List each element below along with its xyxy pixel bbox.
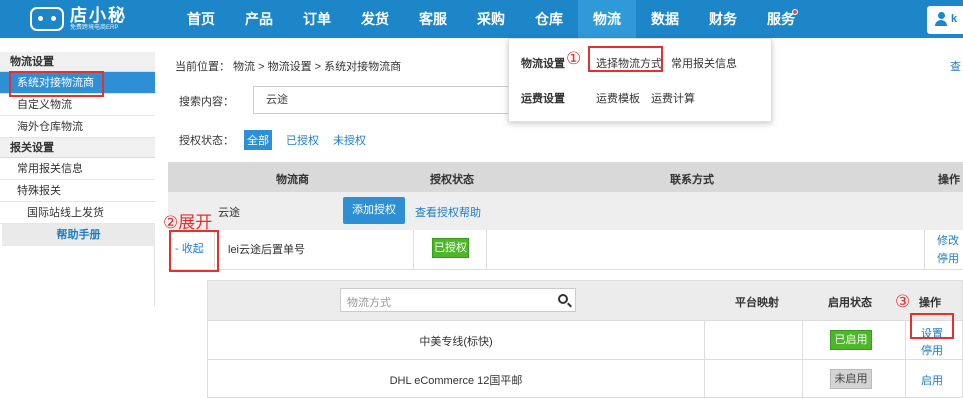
nav-logistics[interactable]: 物流	[578, 0, 636, 38]
top-navigation-bar: 店小秘 免费跨境电商ERP 首页 产品 订单 发货 客服 采购 仓库 物流 数据…	[0, 0, 963, 38]
dropdown-link-freight-template[interactable]: 运费模板	[596, 90, 640, 106]
search-label: 搜索内容：	[179, 96, 234, 108]
edit-link[interactable]: 修改	[937, 232, 959, 248]
collapse-link[interactable]: - 收起	[175, 240, 204, 256]
enabled-badge: 已启用	[830, 330, 872, 350]
shipping-method-table: 物流方式 平台映射 启用状态 操作 中美专线(标快) 已启用 设置 停用 DHL…	[207, 280, 963, 398]
auth-filter: 授权状态： 全部 已授权 未授权	[179, 130, 366, 150]
sidebar: 物流设置 系统对接物流商 自定义物流 海外仓库物流 报关设置 常用报关信息 特殊…	[0, 52, 155, 306]
authorization-name: lei云途后置单号	[228, 244, 306, 256]
annotation-step-1: ①	[566, 49, 582, 68]
sidebar-group-logistics: 物流设置	[0, 52, 155, 72]
sidebar-item-customs-info[interactable]: 常用报关信息	[0, 158, 155, 180]
nav-service[interactable]: 客服	[404, 0, 462, 38]
sidebar-spacer	[0, 246, 155, 306]
column-divider	[924, 230, 925, 270]
nav-services[interactable]: 服务	[752, 0, 810, 38]
annotation-step-3: ③	[895, 292, 911, 311]
logistics-dropdown-menu: 物流设置 选择物流方式 常用报关信息 运费设置 运费模板 运费计算	[508, 38, 772, 122]
search-icon[interactable]	[558, 294, 568, 304]
enable-method-link[interactable]: 启用	[921, 372, 943, 388]
main-nav: 首页 产品 订单 发货 客服 采购 仓库 物流 数据 财务 服务	[172, 0, 810, 38]
nav-home[interactable]: 首页	[172, 0, 230, 38]
column-divider	[905, 360, 906, 398]
column-divider	[704, 360, 705, 398]
column-divider	[413, 230, 414, 270]
shipping-method-search[interactable]: 物流方式	[340, 288, 576, 312]
column-divider	[905, 321, 906, 360]
nav-services-label: 服务	[767, 11, 795, 27]
brand-name: 店小秘	[70, 5, 127, 25]
disable-link[interactable]: 停用	[937, 250, 959, 266]
column-auth-status: 授权状态	[430, 174, 474, 186]
table-row: 中美专线(标快) 已启用 设置 停用	[208, 320, 962, 360]
brand-tagline: 免费跨境电商ERP	[70, 24, 119, 31]
add-authorization-button[interactable]: 添加授权	[343, 197, 405, 224]
breadcrumb: 当前位置： 物流 > 物流设置 > 系统对接物流商	[175, 61, 402, 73]
shipping-method-name: DHL eCommerce 12国平邮	[389, 375, 523, 387]
column-divider	[802, 360, 803, 398]
sidebar-item-intl-online-shipping[interactable]: 国际站线上发货	[0, 202, 155, 224]
disable-method-link[interactable]: 停用	[921, 342, 943, 358]
sidebar-item-system-carriers[interactable]: 系统对接物流商	[0, 72, 155, 94]
shipping-method-search-placeholder: 物流方式	[347, 297, 391, 309]
nav-shipping[interactable]: 发货	[346, 0, 404, 38]
shipping-method-header: 物流方式 平台映射 启用状态 操作	[208, 281, 962, 320]
column-contact: 联系方式	[670, 174, 714, 186]
settings-link[interactable]: 设置	[921, 325, 943, 341]
robot-logo-icon	[30, 7, 64, 31]
disabled-badge: 未启用	[830, 369, 872, 389]
query-link[interactable]: 查	[950, 58, 961, 74]
auth-filter-authorized[interactable]: 已授权	[286, 132, 319, 148]
dropdown-link-freight-calc[interactable]: 运费计算	[651, 90, 695, 106]
notification-dot-icon	[792, 9, 798, 15]
provider-row: 云途 添加授权 查看授权帮助	[168, 192, 963, 230]
auth-filter-label: 授权状态：	[179, 135, 234, 147]
authorization-row: - 收起 lei云途后置单号 已授权 修改 停用	[168, 230, 963, 270]
sidebar-item-overseas-warehouse[interactable]: 海外仓库物流	[0, 116, 155, 138]
dropdown-link-customs-info[interactable]: 常用报关信息	[671, 55, 737, 71]
provider-name: 云途	[218, 207, 240, 219]
user-initial: k	[951, 13, 958, 25]
annotation-expand: ②展开	[163, 213, 213, 232]
brand-logo[interactable]: 店小秘 免费跨境电商ERP	[30, 4, 127, 34]
nav-data[interactable]: 数据	[636, 0, 694, 38]
column-operations: 操作	[938, 174, 960, 186]
dropdown-link-select-method[interactable]: 选择物流方式	[596, 55, 662, 71]
auth-filter-all[interactable]: 全部	[244, 130, 272, 150]
table-row: DHL eCommerce 12国平邮 未启用 启用	[208, 359, 962, 398]
column-divider	[486, 230, 487, 270]
authorization-help-link[interactable]: 查看授权帮助	[415, 204, 481, 220]
nav-products[interactable]: 产品	[230, 0, 288, 38]
authorized-badge: 已授权	[432, 238, 469, 258]
sidebar-item-custom-logistics[interactable]: 自定义物流	[0, 94, 155, 116]
dropdown-group-logistics: 物流设置	[521, 58, 565, 70]
user-menu[interactable]: k	[927, 6, 963, 34]
dropdown-group-freight: 运费设置	[521, 93, 565, 105]
column-enable-status: 启用状态	[828, 297, 872, 309]
column-sub-operations: 操作	[919, 297, 941, 309]
sidebar-group-customs: 报关设置	[0, 138, 155, 158]
nav-warehouse[interactable]: 仓库	[520, 0, 578, 38]
user-icon	[935, 12, 947, 26]
nav-purchase[interactable]: 采购	[462, 0, 520, 38]
column-platform-mapping: 平台映射	[735, 297, 779, 309]
sidebar-item-special-customs[interactable]: 特殊报关	[0, 180, 155, 202]
nav-finance[interactable]: 财务	[694, 0, 752, 38]
column-provider: 物流商	[276, 174, 309, 186]
column-divider	[802, 321, 803, 360]
nav-orders[interactable]: 订单	[288, 0, 346, 38]
carrier-table-header: 物流商 授权状态 联系方式 操作	[168, 162, 963, 192]
column-divider	[214, 230, 215, 270]
shipping-method-name: 中美专线(标快)	[419, 336, 493, 348]
column-divider	[704, 321, 705, 360]
help-manual-button[interactable]: 帮助手册	[2, 224, 155, 246]
auth-filter-unauthorized[interactable]: 未授权	[333, 132, 366, 148]
